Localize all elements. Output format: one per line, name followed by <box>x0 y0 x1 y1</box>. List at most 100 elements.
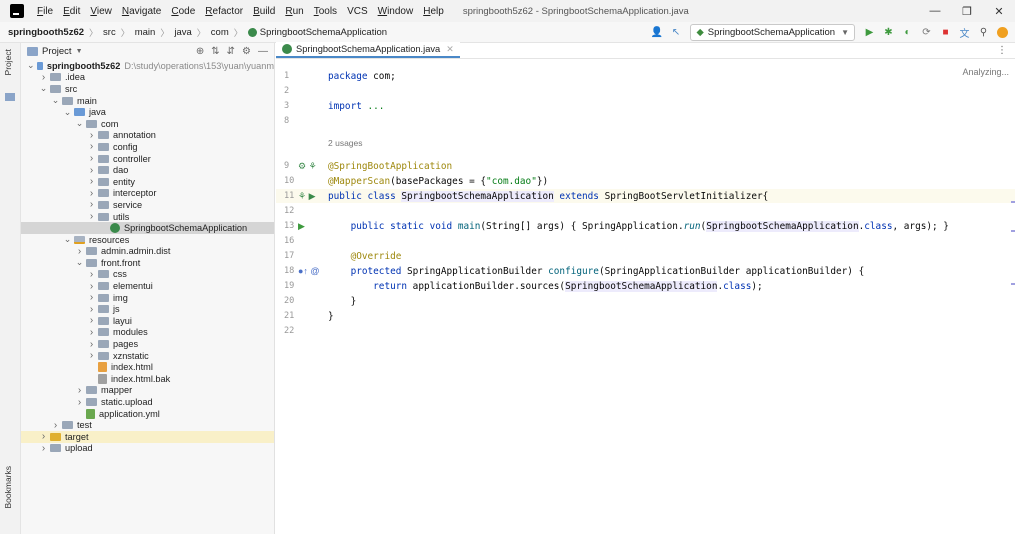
menu-code[interactable]: Code <box>166 6 200 17</box>
chevron-right-icon[interactable]: › <box>87 281 96 292</box>
breadcrumb-item[interactable]: java <box>171 27 194 38</box>
menu-vcs[interactable]: VCS <box>342 6 373 17</box>
tree-node-utils[interactable]: › utils <box>21 211 274 223</box>
run-configuration-select[interactable]: ◆ SpringbootSchemaApplication ▼ <box>690 24 855 41</box>
breadcrumb-item[interactable]: SpringbootSchemaApplication <box>245 27 390 38</box>
project-view-select[interactable]: Project <box>42 46 72 57</box>
tree-node-test[interactable]: › test <box>21 419 274 431</box>
tree-node-target[interactable]: › target <box>21 431 274 443</box>
usages-hint[interactable]: 2 usages <box>328 138 363 148</box>
chevron-right-icon[interactable]: › <box>87 292 96 303</box>
tree-node-interceptor[interactable]: › interceptor <box>21 188 274 200</box>
chevron-down-icon[interactable]: ⌄ <box>75 257 84 268</box>
close-button[interactable]: ✕ <box>983 0 1015 22</box>
chevron-right-icon[interactable]: › <box>87 339 96 350</box>
chevron-right-icon[interactable]: › <box>39 72 48 83</box>
chevron-right-icon[interactable]: › <box>39 443 48 454</box>
code-line[interactable]: 2 <box>276 84 1015 98</box>
code-line[interactable]: 9 ⚙ ⚘ @SpringBootApplication <box>276 159 1015 173</box>
code-line[interactable]: 1 package com; <box>276 69 1015 83</box>
run-gutter-icon[interactable]: ⚘ ▶ <box>298 191 316 201</box>
code-line[interactable]: 10 @MapperScan(basePackages = {"com.dao"}… <box>276 174 1015 188</box>
menu-refactor[interactable]: Refactor <box>200 6 248 17</box>
tree-node-java[interactable]: ⌄ java <box>21 106 274 118</box>
code-line[interactable]: 21} <box>276 309 1015 323</box>
chevron-right-icon[interactable]: › <box>87 315 96 326</box>
chevron-down-icon[interactable]: ⌄ <box>39 83 48 94</box>
run-icon[interactable]: ▶ <box>861 24 878 41</box>
breadcrumb-item[interactable]: main <box>132 27 159 38</box>
chevron-down-icon[interactable]: ⌄ <box>51 95 60 106</box>
tree-node-css[interactable]: › css <box>21 269 274 281</box>
menu-navigate[interactable]: Navigate <box>117 6 166 17</box>
tree-node-com[interactable]: ⌄ com <box>21 118 274 130</box>
tree-node-pages[interactable]: › pages <box>21 338 274 350</box>
chevron-down-icon[interactable]: ⌄ <box>27 60 35 71</box>
tree-node-xznstatic[interactable]: › xznstatic <box>21 350 274 362</box>
tree-node-layui[interactable]: › layui <box>21 315 274 327</box>
tree-node-src[interactable]: ⌄ src <box>21 83 274 95</box>
tree-node-main[interactable]: ⌄ main <box>21 95 274 107</box>
update-icon[interactable] <box>994 24 1011 41</box>
gear-icon[interactable]: ⚙ <box>242 46 251 57</box>
stop-icon[interactable]: ■ <box>937 24 954 41</box>
spring-bean-icon[interactable]: ⚙ ⚘ <box>298 161 317 171</box>
chevron-right-icon[interactable]: › <box>87 269 96 280</box>
chevron-right-icon[interactable]: › <box>87 211 96 222</box>
menu-tools[interactable]: Tools <box>309 6 342 17</box>
maximize-button[interactable]: ❐ <box>951 0 983 22</box>
chevron-right-icon[interactable]: › <box>87 141 96 152</box>
tree-node-js[interactable]: › js <box>21 303 274 315</box>
chevron-right-icon[interactable]: › <box>39 431 48 442</box>
code-editor[interactable]: 2 usages 1 package com; 2 3 import ... 8 9 ⚙ ⚘ @S… <box>276 59 1015 534</box>
tree-node-upload[interactable]: › upload <box>21 443 274 455</box>
tree-node-index-html-bak[interactable]: index.html.bak <box>21 373 274 385</box>
code-line[interactable]: 18 ●↑ @ protected SpringApplicationBuilde… <box>276 264 1015 278</box>
tree-node-front-front[interactable]: ⌄ front.front <box>21 257 274 269</box>
tree-node-entity[interactable]: › entity <box>21 176 274 188</box>
close-tab-icon[interactable]: ✕ <box>446 44 454 55</box>
tree-node-modules[interactable]: › modules <box>21 327 274 339</box>
translate-icon[interactable]: 文 <box>956 24 973 41</box>
chevron-right-icon[interactable]: › <box>87 130 96 141</box>
code-line[interactable]: 12 <box>276 204 1015 218</box>
tree-node--idea[interactable]: › .idea <box>21 72 274 84</box>
tree-node-static-upload[interactable]: › static.upload <box>21 396 274 408</box>
search-icon[interactable]: ⚲ <box>975 24 992 41</box>
tree-node-springbootschemaapplication[interactable]: SpringbootSchemaApplication <box>21 222 274 234</box>
tree-node-resources[interactable]: ⌄ resources <box>21 234 274 246</box>
chevron-right-icon[interactable]: › <box>87 176 96 187</box>
code-line[interactable]: 16 <box>276 234 1015 248</box>
expand-all-icon[interactable]: ⇅ <box>211 46 219 57</box>
more-options-icon[interactable]: ⋮ <box>997 45 1007 56</box>
locate-icon[interactable]: ⊕ <box>196 46 204 57</box>
menu-view[interactable]: View <box>85 6 117 17</box>
user-icon[interactable]: 👤 <box>648 24 665 41</box>
hide-icon[interactable]: — <box>258 46 268 57</box>
inspection-marker[interactable] <box>1011 201 1015 203</box>
editor-tab[interactable]: SpringbootSchemaApplication.java ✕ <box>276 42 460 58</box>
chevron-right-icon[interactable]: › <box>75 397 84 408</box>
chevron-right-icon[interactable]: › <box>87 153 96 164</box>
breadcrumb-item[interactable]: src <box>100 27 119 38</box>
code-line[interactable]: 22 <box>276 324 1015 338</box>
tree-node-controller[interactable]: › controller <box>21 153 274 165</box>
bookmarks-tool-button[interactable]: Bookmarks <box>3 466 13 509</box>
tree-node-service[interactable]: › service <box>21 199 274 211</box>
chevron-down-icon[interactable]: ⌄ <box>75 118 84 129</box>
chevron-down-icon[interactable]: ▼ <box>76 48 83 55</box>
chevron-right-icon[interactable]: › <box>87 350 96 361</box>
menu-help[interactable]: Help <box>418 6 449 17</box>
inspection-marker[interactable] <box>1011 230 1015 232</box>
menu-build[interactable]: Build <box>248 6 280 17</box>
code-line[interactable]: 17 @Override <box>276 249 1015 263</box>
code-line[interactable]: 11 ⚘ ▶ public class SpringbootSchemaApplic… <box>276 189 1015 203</box>
chevron-right-icon[interactable]: › <box>75 246 84 257</box>
code-line[interactable]: 3 import ... <box>276 99 1015 113</box>
run-gutter-icon[interactable]: ▶ <box>298 221 305 231</box>
tree-node-dao[interactable]: › dao <box>21 164 274 176</box>
override-gutter-icon[interactable]: ●↑ @ <box>298 266 320 276</box>
tree-node-mapper[interactable]: › mapper <box>21 385 274 397</box>
chevron-right-icon[interactable]: › <box>87 188 96 199</box>
chevron-right-icon[interactable]: › <box>75 385 84 396</box>
